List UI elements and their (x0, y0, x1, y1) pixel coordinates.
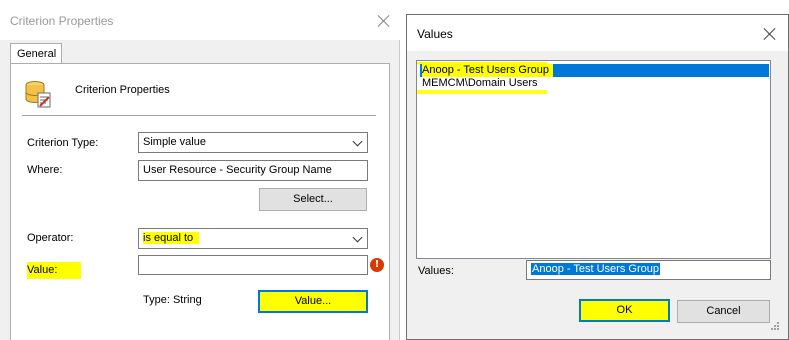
values-input[interactable]: Anoop - Test Users Group (526, 260, 771, 280)
title-bar: Criterion Properties (0, 0, 400, 40)
where-field[interactable]: User Resource - Security Group Name (138, 160, 368, 181)
criterion-type-label: Criterion Type: (27, 137, 99, 149)
error-icon: ! (370, 258, 384, 272)
list-item[interactable]: MEMCM\Domain Users (420, 77, 538, 90)
close-icon[interactable] (377, 14, 391, 28)
list-item-label: Anoop - Test Users Group (422, 64, 553, 77)
type-text: Type: String (143, 294, 202, 306)
close-icon[interactable] (763, 27, 777, 41)
dialog-title: Values (417, 27, 453, 41)
value-label: Value: (27, 262, 82, 279)
cancel-button[interactable]: Cancel (677, 300, 770, 323)
select-button[interactable]: Select... (259, 188, 367, 211)
criterion-type-select[interactable]: Simple value (138, 132, 368, 153)
values-listbox[interactable]: Anoop - Test Users Group MEMCM\Domain Us… (416, 60, 771, 259)
operator-value: is equal to (143, 232, 200, 244)
operator-label: Operator: (27, 232, 74, 244)
chevron-down-icon (352, 232, 363, 243)
highlight-mark (417, 62, 547, 64)
separator (22, 115, 376, 116)
where-value: User Resource - Security Group Name (143, 164, 332, 176)
resize-grip-icon[interactable] (768, 320, 780, 332)
value-button[interactable]: Value... (258, 290, 368, 313)
values-label: Values: (418, 265, 454, 277)
value-field[interactable] (138, 255, 368, 275)
values-dialog: Values Anoop - Test Users Group MEMCM\Do… (406, 14, 789, 340)
highlight-mark (417, 90, 547, 94)
operator-select[interactable]: is equal to (138, 228, 368, 249)
title-bar: Values (407, 15, 788, 51)
list-item-label: MEMCM\Domain Users (422, 77, 538, 89)
ok-button[interactable]: OK (579, 299, 670, 322)
criterion-properties-dialog: Criterion Properties General Criterion P… (0, 0, 400, 340)
criterion-type-value: Simple value (143, 136, 206, 148)
dialog-title: Criterion Properties (10, 14, 114, 28)
chevron-down-icon (352, 136, 363, 147)
section-label: Criterion Properties (75, 84, 170, 96)
where-label: Where: (27, 164, 63, 176)
values-input-text: Anoop - Test Users Group (531, 263, 660, 275)
database-icon (25, 81, 51, 108)
list-item[interactable]: Anoop - Test Users Group (420, 64, 769, 77)
tab-general[interactable]: General (10, 43, 62, 64)
